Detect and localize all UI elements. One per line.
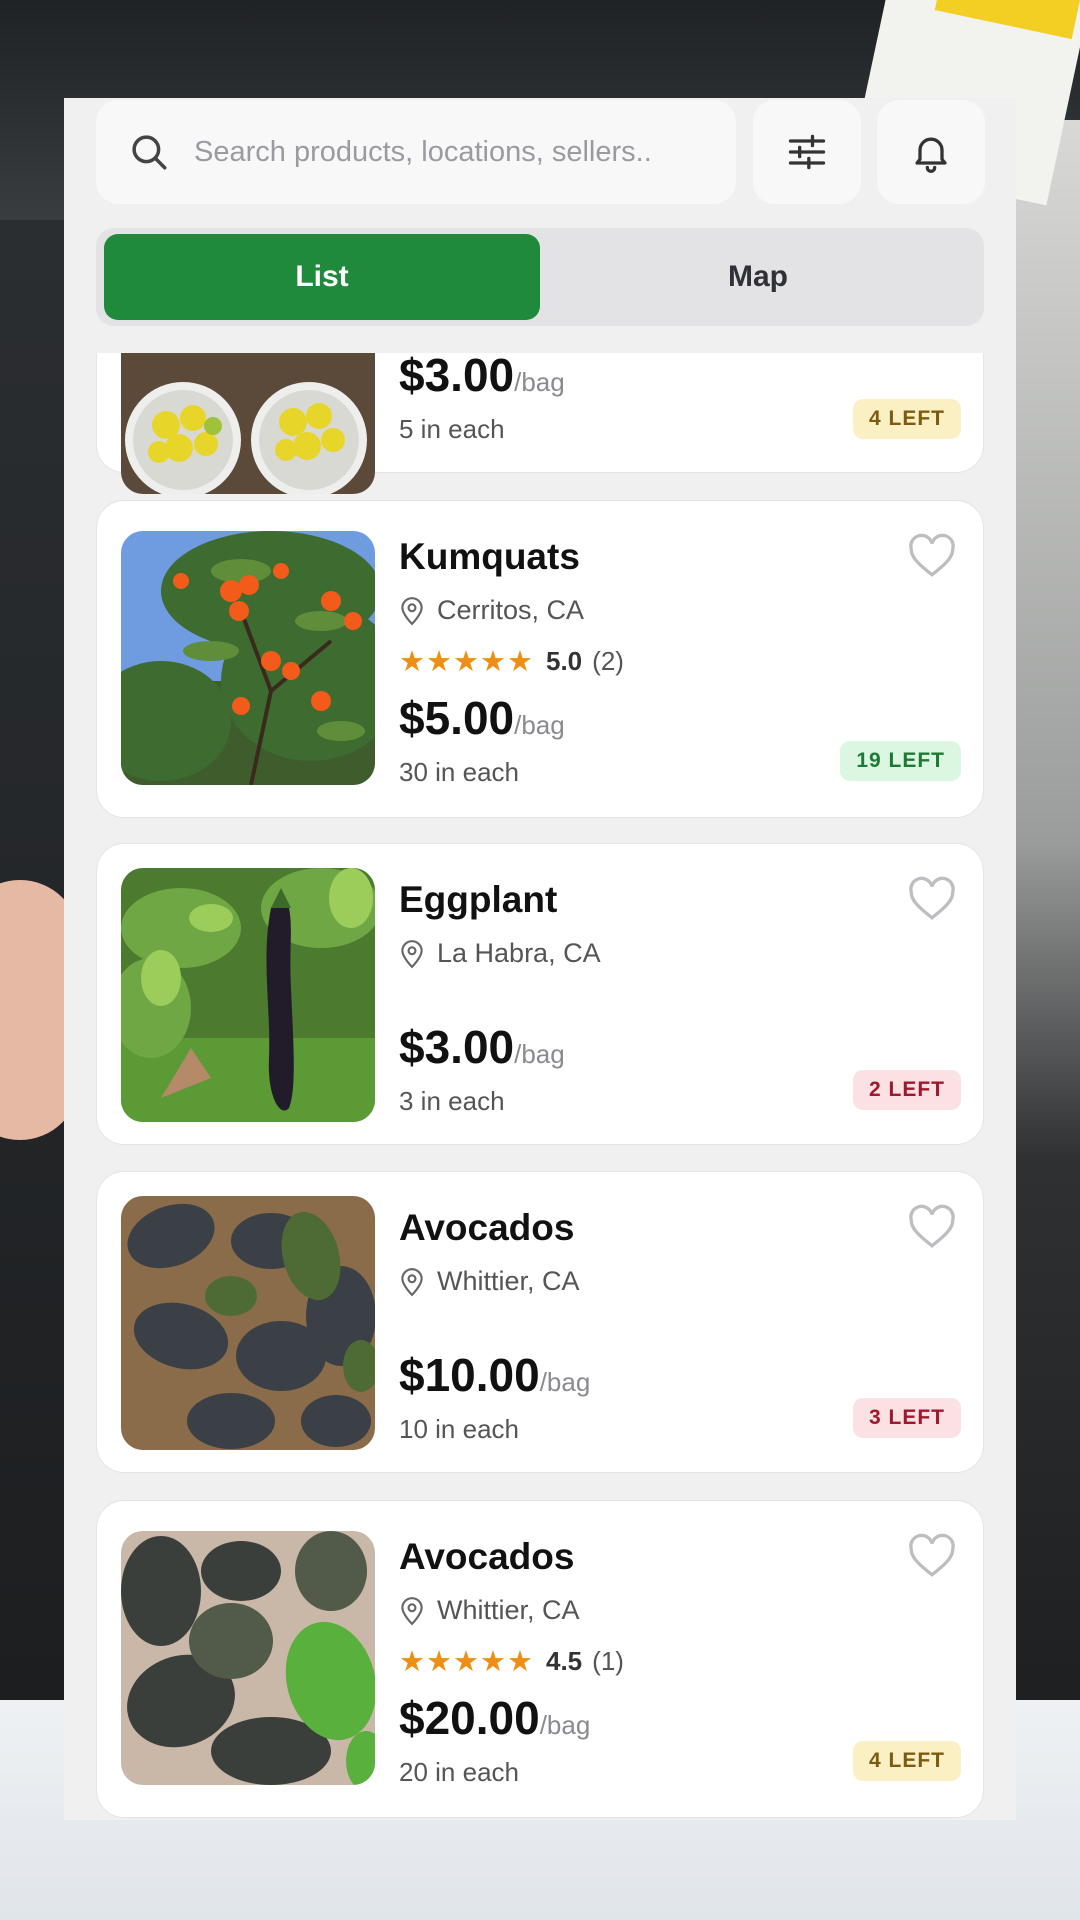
quantity-each: 5 in each [399, 414, 505, 444]
marketplace-app: List Map $3.00/bag 5 in each 4 LEFT [64, 98, 1016, 1820]
product-title: Avocados [399, 1207, 575, 1248]
star-rating-icon: ★★★★★ [399, 1646, 534, 1678]
product-location: Whittier, CA [399, 1266, 580, 1297]
tab-list[interactable]: List [104, 234, 540, 320]
listing-card[interactable]: Kumquats Cerritos, CA ★★★★★ 5.0 (2) $5.0… [96, 500, 984, 818]
location-pin-icon [401, 1596, 423, 1625]
product-title: Kumquats [399, 536, 580, 577]
location-pin-icon [401, 596, 423, 625]
product-location: Whittier, CA [399, 1595, 580, 1626]
stock-badge: 4 LEFT [852, 1741, 961, 1781]
quantity-each: 3 in each [399, 1086, 505, 1116]
notifications-button[interactable] [877, 100, 985, 204]
favorite-button[interactable] [907, 1204, 957, 1250]
favorite-button[interactable] [907, 1533, 957, 1579]
search-input[interactable] [194, 122, 736, 182]
stock-badge: 19 LEFT [840, 741, 961, 781]
bell-icon [915, 137, 947, 173]
product-image [121, 868, 375, 1122]
listing-list: $3.00/bag 5 in each 4 LEFT Kumquats Cerr… [96, 353, 984, 1820]
sliders-icon [788, 134, 826, 170]
product-rating: ★★★★★ 5.0 (2) [399, 646, 624, 678]
filter-button[interactable] [753, 100, 861, 204]
location-pin-icon [401, 1267, 423, 1296]
listing-card[interactable]: $3.00/bag 5 in each 4 LEFT [96, 353, 984, 494]
favorite-button[interactable] [907, 533, 957, 579]
stock-badge: 3 LEFT [852, 1398, 961, 1438]
heart-icon [909, 533, 955, 577]
stock-badge: 4 LEFT [852, 399, 961, 439]
listing-card[interactable]: Avocados Whittier, CA ★★★★★ 4.5 (1) $20.… [96, 1500, 984, 1818]
product-location: Cerritos, CA [399, 595, 584, 626]
heart-icon [909, 876, 955, 920]
listing-card[interactable]: Avocados Whittier, CA $10.00/bag 10 in e… [96, 1171, 984, 1473]
view-toggle: List Map [96, 228, 984, 326]
heart-icon [909, 1204, 955, 1248]
location-pin-icon [401, 939, 423, 968]
product-image [121, 1196, 375, 1450]
quantity-each: 30 in each [399, 757, 519, 787]
search-icon [132, 135, 167, 170]
price: $5.00/bag [399, 692, 565, 744]
stock-badge: 2 LEFT [852, 1070, 961, 1110]
product-title: Eggplant [399, 879, 558, 920]
heart-icon [909, 1533, 955, 1577]
listing-card[interactable]: Eggplant La Habra, CA $3.00/bag 3 in eac… [96, 843, 984, 1145]
quantity-each: 10 in each [399, 1414, 519, 1444]
price: $3.00/bag [399, 353, 565, 401]
product-image [121, 531, 375, 785]
product-title: Avocados [399, 1536, 575, 1577]
product-image [121, 353, 375, 494]
price: $3.00/bag [399, 1021, 565, 1073]
product-rating: ★★★★★ 4.5 (1) [399, 1646, 624, 1678]
search-bar[interactable] [96, 100, 736, 204]
star-rating-icon: ★★★★★ [399, 646, 534, 678]
tab-map[interactable]: Map [540, 234, 976, 320]
quantity-each: 20 in each [399, 1757, 519, 1787]
price: $10.00/bag [399, 1349, 591, 1401]
favorite-button[interactable] [907, 876, 957, 922]
price: $20.00/bag [399, 1692, 591, 1744]
product-image [121, 1531, 375, 1785]
product-location: La Habra, CA [399, 938, 601, 969]
